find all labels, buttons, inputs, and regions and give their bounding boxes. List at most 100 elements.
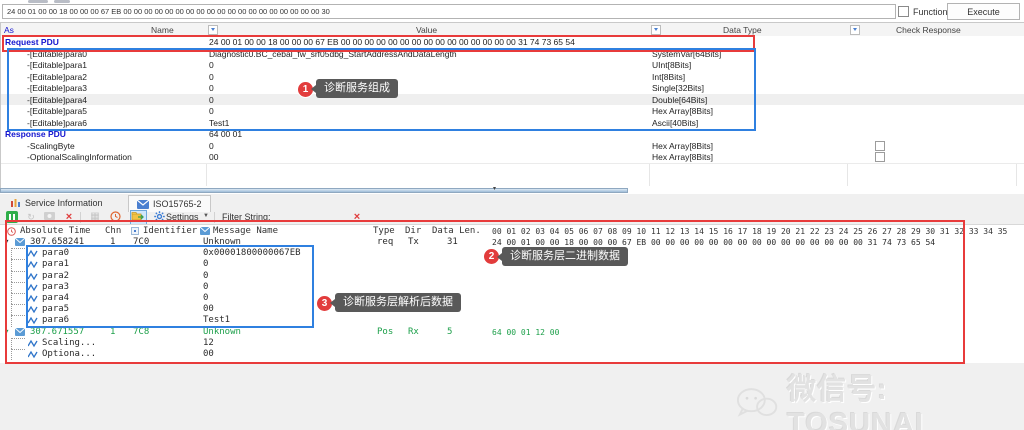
filter-icon[interactable]	[651, 25, 661, 35]
trace-message-row[interactable]: ▾ 307.671557 1 7C8 Unknown Pos Rx 5 64 00 01 12 …	[0, 327, 1024, 338]
watermark: 微信号: TOSUNAI	[735, 366, 1024, 430]
diag-view-toggle-icon[interactable]	[130, 210, 147, 225]
column-hex-bytes: 00 01 02 03 04 05 06 07 08 09 10 11 12 1…	[492, 227, 1008, 236]
tab-label: Service Information	[25, 198, 103, 208]
signal-name: para3	[42, 281, 70, 292]
execute-button[interactable]: Execute	[947, 3, 1020, 20]
tree-line	[11, 270, 12, 282]
settings-button[interactable]: Settings	[166, 212, 199, 222]
tree-line	[12, 281, 25, 283]
row-value: 00	[209, 152, 219, 162]
tree-line	[12, 248, 25, 250]
column-as[interactable]: As	[4, 25, 14, 35]
row-data-type: UInt[8Bits]	[652, 60, 692, 70]
filter-string-label: Filter String:	[222, 212, 271, 222]
column-data-type[interactable]: Data Type	[723, 25, 762, 35]
tree-line	[11, 337, 12, 349]
message-name: Unknown	[203, 326, 241, 337]
column-dir[interactable]: Dir	[405, 226, 421, 236]
expander-icon[interactable]: ▾	[4, 327, 9, 337]
trace-signal-row[interactable]: para2 0	[0, 270, 1024, 282]
time-icon[interactable]	[108, 211, 122, 223]
window-mini-tab	[54, 0, 70, 3]
trace-signal-row[interactable]: para3 0	[0, 281, 1024, 293]
tab-service-information[interactable]: Service Information	[3, 195, 111, 211]
row-data-type: Double[64Bits]	[652, 94, 708, 105]
signal-value: 0	[203, 270, 209, 281]
trace-signal-row[interactable]: para5 00	[0, 304, 1024, 316]
expander-icon[interactable]: ▾	[4, 237, 9, 247]
tree-line	[11, 281, 12, 293]
annotation-label-3: 诊断服务层解析后数据	[330, 293, 461, 312]
column-name[interactable]: Name	[151, 25, 174, 35]
row-name: -[Editable]para6	[27, 117, 88, 128]
trace-signal-row[interactable]: para4 0	[0, 293, 1024, 305]
pause-button[interactable]	[6, 211, 18, 223]
signal-name: para5	[42, 304, 70, 315]
column-message-name[interactable]: Message Name	[213, 226, 278, 236]
tsmaster-diagnostic-window: Functional ID Execute As Name Value Data…	[0, 0, 1024, 430]
message-direction: Tx	[408, 237, 419, 247]
filter-icon[interactable]	[850, 25, 860, 35]
signal-value: Test1	[203, 315, 231, 326]
pdu-table-row[interactable]: -OptionalScalingInformation 00 Hex Array[8…	[1, 151, 1024, 164]
clear-icon[interactable]: ×	[62, 211, 76, 223]
column-identifier[interactable]: Identifier	[143, 226, 197, 236]
camera-icon[interactable]	[42, 211, 56, 223]
signal-name: Scaling...	[42, 337, 97, 348]
trace-signal-row[interactable]: Optiona... 00	[0, 349, 1024, 362]
pdu-hex-input[interactable]	[2, 4, 896, 19]
column-chn[interactable]: Chn	[105, 226, 121, 236]
settings-gear-icon[interactable]	[152, 211, 166, 223]
clear-filter-icon[interactable]: ×	[350, 211, 364, 223]
signal-name: para0	[42, 248, 70, 259]
row-name: -[Editable]para2	[27, 71, 88, 82]
filter-icon[interactable]	[208, 25, 218, 35]
filter-string-input[interactable]	[297, 211, 353, 224]
column-value[interactable]: Value	[416, 25, 437, 35]
row-name: Response PDU	[5, 129, 66, 139]
column-type[interactable]: Type	[373, 226, 395, 236]
trace-table: Absolute Time Chn Identifier Message Nam…	[0, 224, 1024, 363]
row-data-type: Hex Array[8Bits]	[652, 140, 713, 151]
bar-chart-icon	[11, 199, 20, 207]
signal-name: para4	[42, 293, 70, 303]
check-response-checkbox[interactable]	[875, 140, 885, 151]
grid-icon[interactable]: ▦	[88, 211, 102, 223]
horizontal-splitter[interactable]	[0, 188, 628, 193]
signal-value: 12	[203, 337, 214, 348]
row-value: 24 00 01 00 00 18 00 00 00 67 EB 00 00 0…	[209, 37, 575, 47]
refresh-icon[interactable]: ↻	[24, 211, 38, 223]
row-name: -[Editable]para1	[27, 60, 88, 70]
column-data-len[interactable]: Data Len.	[432, 226, 481, 236]
column-check-response[interactable]: Check Response	[896, 25, 961, 35]
tree-line	[11, 315, 12, 327]
trace-toolbar: ↻ × ▦ Settings ▼ Filter String: ×	[0, 210, 1024, 225]
message-type: Pos	[377, 326, 394, 337]
trace-table-header: Absolute Time Chn Identifier Message Nam…	[0, 226, 1024, 237]
wechat-icon	[736, 387, 778, 417]
signal-value: 00	[203, 349, 214, 359]
tree-line	[12, 270, 25, 272]
envelope-icon	[137, 199, 149, 209]
functional-id-checkbox[interactable]	[898, 6, 909, 17]
message-data-length: 5	[447, 326, 453, 337]
splitter-collapse-icon[interactable]: ▾	[493, 185, 496, 192]
row-value: 0	[209, 94, 214, 105]
signal-wave-icon	[27, 350, 38, 362]
check-response-checkbox[interactable]	[875, 152, 885, 162]
row-value: 0	[209, 106, 214, 116]
signal-name: para1	[42, 259, 70, 270]
tree-line	[12, 337, 25, 339]
message-time: 307.658241	[30, 237, 85, 247]
row-name: -[Editable]para5	[27, 106, 88, 116]
message-channel: 1	[110, 237, 116, 247]
message-hex-bytes: 24 00 01 00 00 18 00 00 00 67 EB 00 00 0…	[492, 238, 936, 247]
trace-signal-row[interactable]: para6 Test1	[0, 315, 1024, 327]
row-name: -OptionalScalingInformation	[27, 152, 132, 162]
tree-line	[11, 259, 12, 271]
row-value: 0	[209, 71, 214, 82]
tree-line	[12, 293, 25, 294]
trace-signal-row[interactable]: Scaling... 12	[0, 337, 1024, 349]
column-absolute-time[interactable]: Absolute Time	[20, 226, 90, 236]
